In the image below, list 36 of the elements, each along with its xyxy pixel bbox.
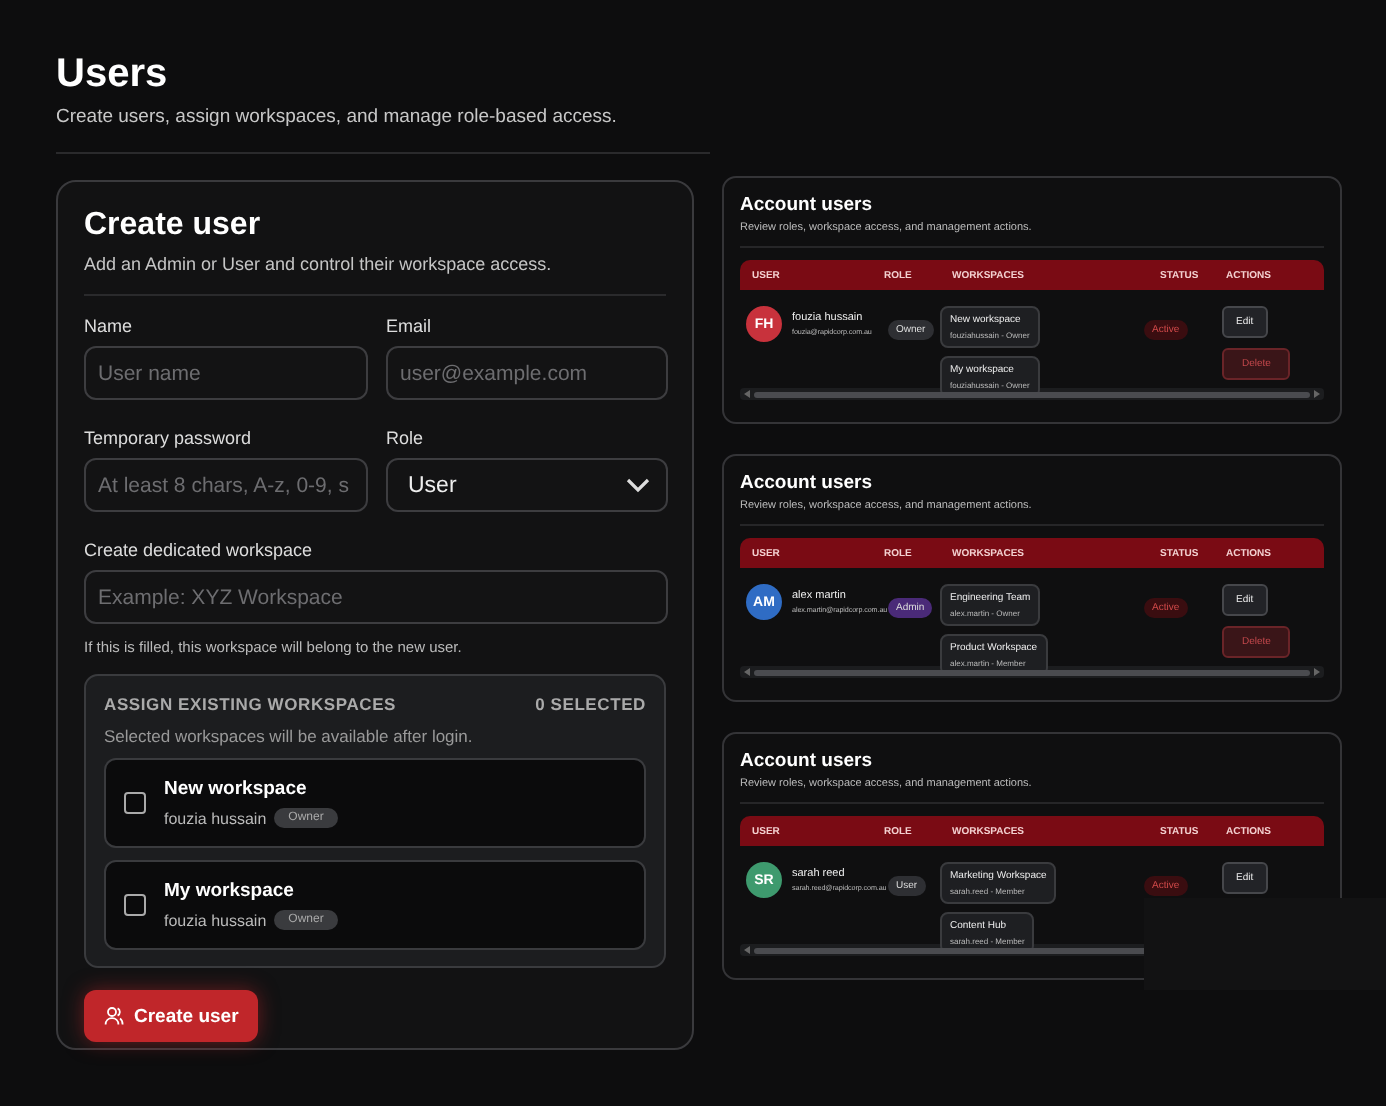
role-select[interactable]: User <box>386 458 668 512</box>
users-icon <box>104 1006 124 1026</box>
field-label: Name <box>84 316 135 336</box>
panel-title: Account users <box>740 750 874 772</box>
create-user-button[interactable]: Create user <box>84 990 259 1042</box>
card-title: Create user <box>84 208 263 244</box>
scroll-left-icon[interactable] <box>744 946 750 954</box>
checkbox[interactable] <box>124 792 146 814</box>
field-label: Email <box>386 316 434 336</box>
workspace-name: New workspace <box>164 778 309 800</box>
field-label: Temporary password <box>84 428 254 448</box>
panel-title: Account users <box>740 472 874 494</box>
checkbox[interactable] <box>124 894 146 916</box>
scrollbar[interactable] <box>740 388 1324 400</box>
scrollbar[interactable] <box>740 666 1324 678</box>
owner-name: fouzia hussain <box>164 809 267 827</box>
section-title: ASSIGN EXISTING WORKSPACES <box>104 694 397 714</box>
field-label: Role <box>386 428 426 448</box>
text-field[interactable]: user@example.com <box>386 346 668 400</box>
scroll-left-icon[interactable] <box>744 668 750 676</box>
text-field[interactable]: User name <box>84 346 368 400</box>
selected-count: 0 SELECTED <box>535 694 646 714</box>
workspace-name: My workspace <box>164 880 296 902</box>
card-subtitle: Add an Admin or User and control their workspace access. <box>84 254 666 296</box>
scroll-right-icon[interactable] <box>1314 390 1320 398</box>
owner-name: fouzia hussain <box>164 911 267 929</box>
text-field[interactable]: Example: XYZ Workspace <box>84 570 668 624</box>
section-subtitle: Selected workspaces will be available after login. <box>104 726 475 746</box>
text-field[interactable]: At least 8 chars, A-z, 0-9, s <box>84 458 368 512</box>
page-title: Users <box>56 52 170 98</box>
panel-title: Account users <box>740 194 874 216</box>
scroll-left-icon[interactable] <box>744 390 750 398</box>
scroll-right-icon[interactable] <box>1314 668 1320 676</box>
chevron-down-icon <box>626 477 650 493</box>
page-subtitle: Create users, assign workspaces, and manage role-based access. <box>56 106 619 128</box>
field-label: Create dedicated workspace <box>84 540 315 560</box>
